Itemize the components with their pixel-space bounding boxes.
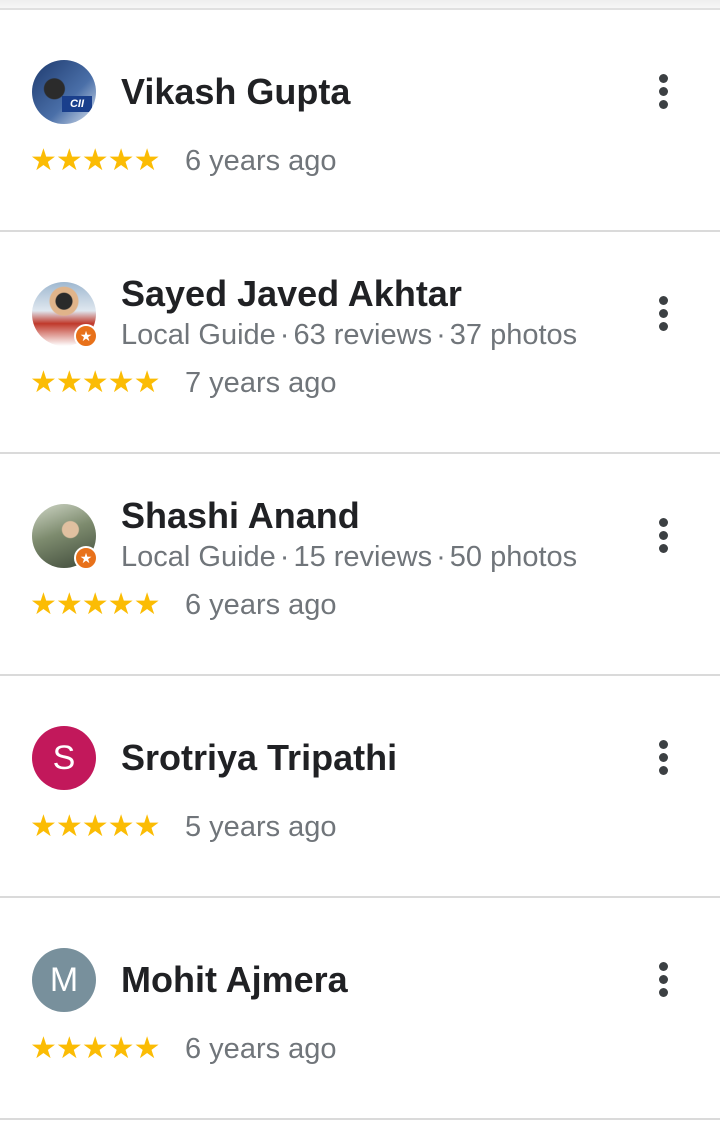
star-rating: ★★★★★: [30, 366, 160, 399]
review-card: S Srotriya Tripathi ★★★★★ 5 years ago: [0, 676, 720, 898]
avatar[interactable]: ★: [32, 282, 98, 348]
reviewer-name[interactable]: Vikash Gupta: [121, 72, 350, 112]
reviewer-meta: Local Guide · 63 reviews · 37 photos: [121, 319, 578, 351]
top-edge-divider: [0, 0, 720, 10]
avatar[interactable]: M: [32, 948, 96, 1012]
local-guide-badge-icon: ★: [74, 324, 98, 348]
avatar-letter: S: [32, 726, 96, 790]
photo-count: 37 photos: [449, 319, 578, 351]
review-time: 6 years ago: [185, 589, 337, 621]
star-rating: ★★★★★: [30, 144, 160, 177]
avatar-letter: M: [32, 948, 96, 1012]
avatar[interactable]: CII: [32, 60, 96, 124]
reviewer-name[interactable]: Shashi Anand: [121, 496, 360, 536]
avatar[interactable]: S: [32, 726, 96, 790]
star-rating: ★★★★★: [30, 810, 160, 843]
reviewer-name[interactable]: Srotriya Tripathi: [121, 738, 397, 778]
more-options-icon[interactable]: [648, 516, 680, 556]
review-count: 63 reviews: [293, 319, 433, 351]
more-options-icon[interactable]: [648, 294, 680, 334]
reviewer-meta: Local Guide · 15 reviews · 50 photos: [121, 541, 578, 573]
reviewer-name[interactable]: Sayed Javed Akhtar: [121, 274, 462, 314]
more-options-icon[interactable]: [648, 738, 680, 778]
profile-photo: CII: [32, 60, 96, 124]
star-rating: ★★★★★: [30, 588, 160, 621]
star-rating: ★★★★★: [30, 1032, 160, 1065]
review-time: 6 years ago: [185, 1033, 337, 1065]
reviews-list: CII Vikash Gupta ★★★★★ 6 years ago ★ Say…: [0, 10, 720, 1120]
photo-count: 50 photos: [449, 541, 578, 573]
review-card: CII Vikash Gupta ★★★★★ 6 years ago: [0, 10, 720, 232]
local-guide-label: Local Guide: [121, 319, 276, 351]
reviewer-name[interactable]: Mohit Ajmera: [121, 960, 348, 1000]
review-card: ★ Shashi Anand Local Guide · 15 reviews · 50…: [0, 454, 720, 676]
local-guide-badge-icon: ★: [74, 546, 98, 570]
avatar[interactable]: ★: [32, 504, 98, 570]
review-count: 15 reviews: [293, 541, 433, 573]
more-options-icon[interactable]: [648, 960, 680, 1000]
review-card: M Mohit Ajmera ★★★★★ 6 years ago: [0, 898, 720, 1120]
more-options-icon[interactable]: [648, 72, 680, 112]
local-guide-label: Local Guide: [121, 541, 276, 573]
review-time: 7 years ago: [185, 367, 337, 399]
review-time: 6 years ago: [185, 145, 337, 177]
review-card: ★ Sayed Javed Akhtar Local Guide · 63 revi…: [0, 232, 720, 454]
review-time: 5 years ago: [185, 811, 337, 843]
